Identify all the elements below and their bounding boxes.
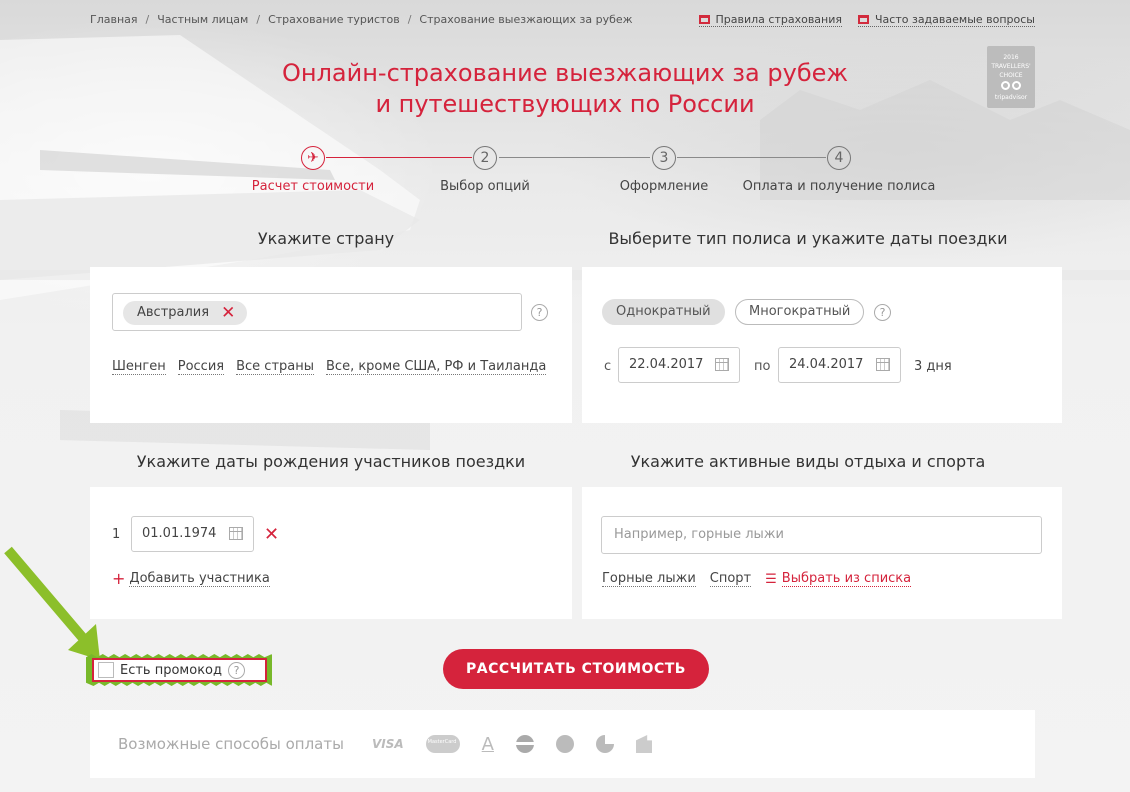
progress-stepper: ✈ 2 3 4 Расчет стоимости Выбор опций Офо…	[0, 144, 1130, 200]
country-chip-label: Австралия	[137, 305, 210, 320]
step-3-label: Оформление	[619, 179, 709, 194]
step-3-circle: 3	[652, 146, 676, 170]
visa-icon: VISA	[371, 737, 404, 751]
page-title: Онлайн-страхование выезжающих за рубеж и…	[0, 58, 1130, 120]
alfa-bank-icon: А	[481, 733, 494, 755]
badge-line2: CHOICE	[999, 71, 1023, 79]
wallet-icon	[635, 735, 652, 753]
calendar-icon[interactable]	[715, 358, 729, 371]
list-icon: ☰	[765, 571, 777, 587]
help-icon[interactable]: ?	[228, 661, 245, 679]
step-connector	[677, 157, 826, 158]
top-links: Правила страхования Часто задаваемые воп…	[698, 13, 1035, 27]
birth-heading: Укажите даты рождения участников поездки	[136, 452, 526, 471]
policy-type-single[interactable]: Однократный	[602, 299, 725, 325]
plus-icon: +	[112, 569, 126, 588]
round-striped-icon	[515, 735, 534, 753]
step-2-label: Выбор опций	[440, 179, 530, 194]
calendar-icon[interactable]	[229, 527, 243, 540]
birth-panel: 1 01.01.1974 ✕ + Добавить участника	[90, 487, 572, 619]
rules-link[interactable]: Правила страхования	[698, 13, 843, 27]
pie-icon	[595, 735, 614, 753]
document-icon	[698, 15, 710, 24]
promo-label: Есть промокод	[120, 662, 222, 678]
step-4-circle: 4	[827, 146, 851, 170]
breadcrumb: Главная / Частным лицам / Страхование ту…	[90, 13, 633, 26]
step-1-label: Расчет стоимости	[251, 179, 375, 194]
quick-link-schengen[interactable]: Шенген	[112, 359, 166, 375]
quick-link-skiing[interactable]: Горные лыжи	[602, 571, 696, 587]
add-participant-label: Добавить участника	[129, 570, 270, 587]
activity-panel: Например, горные лыжи Горные лыжи Спорт …	[582, 487, 1062, 619]
breadcrumb-item-tourist-insurance[interactable]: Страхование туристов	[268, 13, 400, 26]
activity-search-input[interactable]: Например, горные лыжи	[601, 516, 1042, 554]
remove-country-icon[interactable]: ✕	[221, 301, 235, 325]
from-date-input[interactable]: 22.04.2017	[618, 347, 740, 383]
breadcrumb-separator: /	[256, 13, 261, 26]
remove-participant-icon[interactable]: ✕	[264, 524, 279, 545]
page-title-line1: Онлайн-страхование выезжающих за рубеж	[281, 59, 849, 87]
payment-methods-label: Возможные способы оплаты	[118, 735, 344, 753]
choose-from-list-label: Выбрать из списка	[781, 571, 912, 587]
breadcrumb-item-home[interactable]: Главная	[90, 13, 138, 26]
promo-checkbox[interactable]	[98, 662, 114, 678]
calendar-icon[interactable]	[876, 358, 890, 371]
breadcrumb-separator: /	[145, 13, 150, 26]
country-heading: Укажите страну	[257, 229, 395, 248]
activity-heading: Укажите активные виды отдыха и спорта	[630, 452, 986, 471]
document-icon	[858, 15, 869, 24]
add-participant-button[interactable]: + Добавить участника	[112, 569, 270, 588]
to-date-input[interactable]: 24.04.2017	[778, 347, 901, 383]
quick-link-sport[interactable]: Спорт	[709, 571, 752, 587]
rules-link-label: Правила страхования	[715, 13, 843, 26]
to-date-value: 24.04.2017	[789, 357, 864, 372]
breadcrumb-item-current: Страхование выезжающих за рубеж	[419, 13, 633, 26]
payment-methods: Возможные способы оплаты VISA MasterCard…	[90, 710, 1035, 778]
choose-from-list-link[interactable]: ☰ Выбрать из списка	[765, 571, 912, 587]
step-4-label: Оплата и получение полиса	[742, 179, 936, 194]
quick-link-except[interactable]: Все, кроме США, РФ и Таиланда	[326, 359, 547, 375]
badge-year: 2016	[1003, 53, 1019, 61]
policy-panel: Однократный Многократный ? с 22.04.2017 …	[582, 267, 1062, 423]
calculate-button[interactable]: РАССЧИТАТЬ СТОИМОСТЬ	[443, 649, 709, 689]
from-date-value: 22.04.2017	[629, 357, 704, 372]
breadcrumb-item-individuals[interactable]: Частным лицам	[157, 13, 248, 26]
round-dot-icon	[555, 735, 574, 753]
step-2-circle: 2	[473, 146, 497, 170]
trip-duration: 3 дня	[914, 359, 952, 374]
owl-icon	[1000, 80, 1022, 92]
activity-quick-links: Горные лыжи Спорт ☰ Выбрать из списка	[602, 571, 912, 587]
country-chip: Австралия ✕	[123, 301, 248, 325]
page-title-line2: и путешествующих по России	[375, 90, 755, 118]
help-icon[interactable]: ?	[531, 304, 548, 321]
policy-type-multi[interactable]: Многократный	[735, 299, 865, 325]
country-panel: Австралия ✕ ? Шенген Россия Все страны В…	[90, 267, 572, 423]
participant-index: 1	[112, 527, 121, 542]
top-bar: Главная / Частным лицам / Страхование ту…	[90, 13, 1035, 31]
participant-birth-date-input[interactable]: 01.01.1974	[131, 516, 254, 552]
badge-brand: tripadvisor	[994, 93, 1028, 101]
participant-birth-date-value: 01.01.1974	[142, 526, 217, 541]
step-connector	[499, 157, 650, 158]
promo-code-toggle[interactable]: Есть промокод ?	[92, 658, 267, 682]
to-label: по	[754, 359, 771, 374]
quick-link-russia[interactable]: Россия	[177, 359, 225, 375]
quick-link-all[interactable]: Все страны	[236, 359, 314, 375]
badge-line1: TRAVELLERS'	[991, 62, 1031, 70]
step-1-plane-icon[interactable]: ✈	[301, 146, 325, 170]
policy-heading: Выберите тип полиса и укажите даты поезд…	[608, 229, 1008, 248]
step-connector	[326, 157, 472, 158]
country-input[interactable]: Австралия ✕	[112, 293, 522, 331]
faq-link[interactable]: Часто задаваемые вопросы	[858, 13, 1035, 27]
mastercard-icon: MasterCard	[425, 735, 460, 753]
breadcrumb-separator: /	[407, 13, 412, 26]
from-label: с	[604, 359, 612, 374]
green-arrow-annotation	[4, 546, 100, 660]
faq-link-label: Часто задаваемые вопросы	[875, 13, 1035, 26]
tripadvisor-badge[interactable]: 2016 TRAVELLERS' CHOICE tripadvisor	[987, 46, 1035, 108]
help-icon[interactable]: ?	[874, 304, 891, 321]
country-quick-links: Шенген Россия Все страны Все, кроме США,…	[112, 359, 547, 375]
